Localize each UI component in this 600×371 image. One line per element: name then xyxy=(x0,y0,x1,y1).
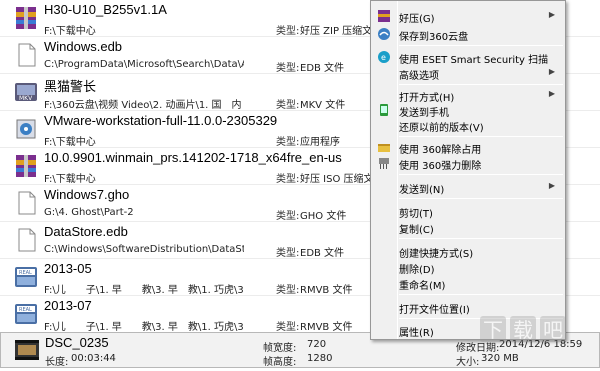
file-name: 2013-05 xyxy=(44,261,92,276)
svg-text:REAL: REAL xyxy=(19,307,32,313)
rmvb-video-icon: REAL xyxy=(13,264,39,290)
menu-item-rename[interactable]: 重命名(M) xyxy=(371,274,565,292)
rmvb-video-icon: REAL xyxy=(13,301,39,327)
type-label: 类型: xyxy=(276,211,300,222)
svg-text:下: 下 xyxy=(483,318,503,342)
video-thumbnail-icon xyxy=(14,337,40,363)
file-path: C:\ProgramData\Microsoft\Search\Data\App… xyxy=(44,59,244,70)
mkv-video-icon: MKV xyxy=(13,79,39,105)
menu-item-label: 重命名(M) xyxy=(399,281,446,292)
frame-width-label: 帧宽度: xyxy=(263,343,297,354)
menu-item-label: 发送到(N) xyxy=(399,185,445,196)
menu-separator xyxy=(399,174,563,175)
file-path: F:\儿 子\1. 早 教\3. 早 教\1. 巧虎\3-4岁 xyxy=(44,322,244,333)
submenu-arrow-icon: ▶ xyxy=(548,89,555,98)
file-name: 黑猫警长 xyxy=(44,79,97,94)
menu-item-label: 高级选项 xyxy=(399,71,439,82)
frame-width-value: 720 xyxy=(307,339,327,350)
file-path: F:\下载中心 xyxy=(44,137,96,148)
installer-icon xyxy=(13,116,39,142)
submenu-arrow-icon: ▶ xyxy=(548,67,555,76)
type-value: RMVB 文件 xyxy=(300,285,353,296)
unlock-icon xyxy=(377,140,391,154)
shredder-icon xyxy=(377,156,391,170)
svg-text:e: e xyxy=(381,53,386,62)
type-value: 应用程序 xyxy=(300,137,340,148)
menu-item-label: 属性(R) xyxy=(399,328,434,339)
type-label: 类型: xyxy=(276,248,300,259)
svg-text:载: 载 xyxy=(513,318,533,342)
menu-separator xyxy=(399,84,563,85)
iso-archive-icon xyxy=(13,153,39,179)
type-value: EDB 文件 xyxy=(300,248,345,259)
menu-item-copy[interactable]: 复制(C) xyxy=(371,218,565,236)
type-value: GHO 文件 xyxy=(300,211,347,222)
menu-item-send-to[interactable]: 发送到(N) ▶ xyxy=(371,178,565,196)
file-path: F:\下载中心 xyxy=(44,174,96,185)
type-label: 类型: xyxy=(276,322,300,333)
menu-separator xyxy=(399,136,563,137)
watermark-logo: 下 载 吧 xyxy=(476,310,598,368)
file-path: F:\下载中心 xyxy=(44,26,96,37)
cloud-icon xyxy=(377,27,391,41)
menu-separator xyxy=(399,198,563,199)
file-path: F:\儿 子\1. 早 教\3. 早 教\1. 巧虎\3-4岁 xyxy=(44,285,244,296)
menu-item-restore-previous[interactable]: 还原以前的版本(V) xyxy=(371,116,565,134)
menu-item-label: 保存到360云盘 xyxy=(399,32,469,43)
menu-item-haozip[interactable]: 好压(G) ▶ xyxy=(371,7,565,25)
menu-item-label: 打开文件位置(I) xyxy=(399,305,470,316)
duration-value: 00:03:44 xyxy=(71,353,116,364)
menu-item-advanced-options[interactable]: 高级选项 ▶ xyxy=(371,64,565,82)
type-label: 类型: xyxy=(276,285,300,296)
frame-height-value: 1280 xyxy=(307,353,333,364)
haozip-icon xyxy=(377,9,391,23)
type-value: EDB 文件 xyxy=(300,63,345,74)
svg-text:REAL: REAL xyxy=(19,270,32,276)
file-name: H30-U10_B255v1.1A xyxy=(44,2,167,17)
type-label: 类型: xyxy=(276,63,300,74)
zip-archive-icon xyxy=(13,5,39,31)
menu-separator xyxy=(399,294,563,295)
blank-file-icon xyxy=(13,190,39,216)
blank-file-icon xyxy=(13,42,39,68)
menu-item-label: 还原以前的版本(V) xyxy=(399,123,484,134)
file-path: C:\Windows\SoftwareDistribution\DataStor… xyxy=(44,244,244,255)
type-value: RMVB 文件 xyxy=(300,322,353,333)
file-name: Windows.edb xyxy=(44,39,123,54)
submenu-arrow-icon: ▶ xyxy=(548,10,555,19)
file-name: DSC_0235 xyxy=(45,335,109,350)
file-path: F:\360云盘\视频 Video\2. 动画片\1. 国 内 xyxy=(44,100,242,111)
svg-text:吧: 吧 xyxy=(543,318,563,342)
file-name: 10.0.9901.winmain_prs.141202-1718_x64fre… xyxy=(44,150,342,165)
type-value: MKV 文件 xyxy=(300,100,346,111)
type-label: 类型: xyxy=(276,100,300,111)
file-name: 2013-07 xyxy=(44,298,92,313)
menu-item-label: 复制(C) xyxy=(399,225,434,236)
menu-item-label: 好压(G) xyxy=(399,14,435,25)
file-name: DataStore.edb xyxy=(44,224,128,239)
file-name: VMware-workstation-full-11.0.0-2305329 xyxy=(44,113,278,128)
eset-icon: e xyxy=(377,50,391,64)
menu-item-360-force-delete[interactable]: 使用 360强力删除 xyxy=(371,154,565,172)
frame-height-label: 帧高度: xyxy=(263,357,297,368)
type-label: 类型: xyxy=(276,174,300,185)
menu-separator xyxy=(399,238,563,239)
type-label: 类型: xyxy=(276,26,300,37)
menu-item-save-360-cloud[interactable]: 保存到360云盘 xyxy=(371,25,565,43)
duration-label: 长度: xyxy=(45,357,69,368)
context-menu: 好压(G) ▶ 保存到360云盘 e 使用 ESET Smart Securit… xyxy=(370,0,566,340)
blank-file-icon xyxy=(13,227,39,253)
menu-separator xyxy=(399,45,563,46)
file-name: Windows7.gho xyxy=(44,187,130,202)
file-path: G:\4. Ghost\Part-2 xyxy=(44,207,134,218)
submenu-arrow-icon: ▶ xyxy=(548,181,555,190)
phone-icon xyxy=(377,103,391,117)
svg-text:MKV: MKV xyxy=(19,95,33,102)
menu-item-label: 使用 360强力删除 xyxy=(399,161,482,172)
type-label: 类型: xyxy=(276,137,300,148)
